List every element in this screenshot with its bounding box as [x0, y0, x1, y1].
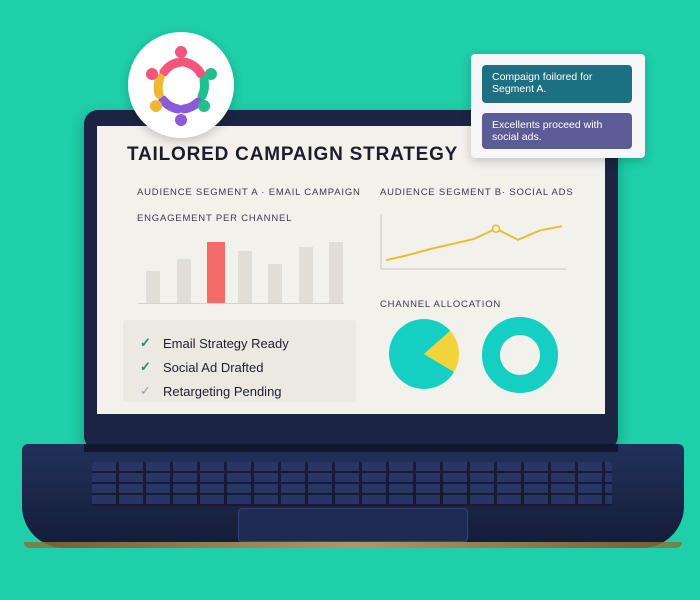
segment-b-label: AUDIENCE SEGMENT B· SOCIAL ADS: [380, 187, 574, 198]
engagement-label: ENGAGEMENT PER CHANNEL: [137, 213, 293, 224]
bar: [329, 242, 343, 304]
checklist-item-label: Retargeting Pending: [163, 383, 282, 399]
people-circle-icon: [146, 46, 217, 126]
bar: [268, 264, 282, 304]
bar: [146, 271, 160, 304]
chat-message-1: Compaign foilored for Segment A.: [482, 65, 632, 103]
keyboard-rows: [92, 462, 612, 506]
laptop-hinge: [84, 444, 618, 452]
bar: [207, 242, 225, 304]
checklist-item: ✓ Social Ad Drafted: [140, 359, 289, 375]
bar: [176, 259, 191, 304]
check-icon: ✓: [140, 359, 151, 374]
checklist-item: ✓ Email Strategy Ready: [140, 335, 289, 351]
checklist-item: ✓ Retargeting Pending: [140, 383, 289, 399]
chat-popup: Compaign foilored for Segment A. Excelle…: [471, 54, 645, 158]
dashboard-title: TAILORED CAMPAIGN STRATEGY: [127, 144, 459, 165]
checklist-item-label: Social Ad Drafted: [163, 359, 264, 375]
check-icon: ✓: [140, 335, 151, 350]
segment-a-label: AUDIENCE SEGMENT A · EMAIL CAMPAIGN: [137, 187, 361, 198]
chat-message-2-text: Excellents proceed with social ads.: [492, 119, 603, 143]
allocation-donut-chart: [482, 317, 558, 393]
series-line: [385, 225, 563, 262]
checklist: ✓ Email Strategy Ready ✓ Social Ad Drafted ✓…: [140, 335, 289, 399]
checklist-item-label: Email Strategy Ready: [163, 335, 289, 351]
bar: [237, 251, 252, 304]
allocation-pie-chart: [389, 319, 459, 389]
social-ads-line-chart: [380, 214, 566, 270]
line-point-marker: [491, 224, 501, 234]
chat-message-1-text: Compaign foilored for Segment A.: [492, 71, 593, 95]
engagement-bar-chart: [138, 234, 344, 304]
donut-ring: [482, 317, 558, 393]
touchpad: [238, 508, 468, 542]
brand-logo: [128, 32, 234, 138]
chat-message-2: Excellents proceed with social ads.: [482, 113, 632, 149]
bar: [298, 247, 313, 304]
laptop-edge: [24, 542, 682, 548]
bar-chart-baseline: [138, 303, 344, 304]
allocation-label: CHANNEL ALLOCATION: [380, 299, 502, 310]
check-icon: ✓: [140, 383, 151, 398]
